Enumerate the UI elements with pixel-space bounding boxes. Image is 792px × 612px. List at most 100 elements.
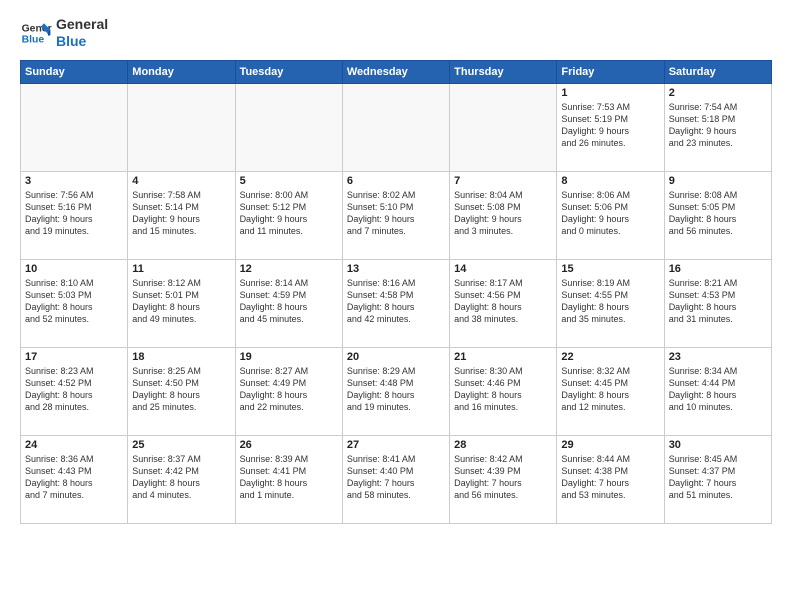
calendar-cell: 6 Sunrise: 8:02 AM Sunset: 5:10 PM Daylig…: [342, 171, 449, 259]
day-info: Sunrise: 8:21 AM Sunset: 4:53 PM Dayligh…: [669, 277, 767, 326]
calendar-cell: 10Sunrise: 8:10 AM Sunset: 5:03 PM Dayli…: [21, 259, 128, 347]
day-number: 10: [25, 263, 123, 275]
day-info: Sunrise: 7:54 AM Sunset: 5:18 PM Dayligh…: [669, 101, 767, 150]
day-number: 24: [25, 439, 123, 451]
calendar-cell: 11 Sunrise: 8:12 AM Sunset: 5:01 PM Dayli…: [128, 259, 235, 347]
svg-text:Blue: Blue: [22, 34, 45, 45]
calendar-cell: 2 Sunrise: 7:54 AM Sunset: 5:18 PM Daylig…: [664, 83, 771, 171]
weekday-saturday: Saturday: [664, 60, 771, 83]
calendar-cell: 24Sunrise: 8:36 AM Sunset: 4:43 PM Dayli…: [21, 435, 128, 523]
day-number: 13: [347, 263, 445, 275]
day-number: 21: [454, 351, 552, 363]
calendar-cell: 9Sunrise: 8:08 AM Sunset: 5:05 PM Daylig…: [664, 171, 771, 259]
header: General Blue General Blue: [20, 16, 772, 50]
day-info: Sunrise: 8:06 AM Sunset: 5:06 PM Dayligh…: [561, 189, 659, 238]
day-info: Sunrise: 8:12 AM Sunset: 5:01 PM Dayligh…: [132, 277, 230, 326]
calendar-cell: 8 Sunrise: 8:06 AM Sunset: 5:06 PM Daylig…: [557, 171, 664, 259]
week-row-0: 1 Sunrise: 7:53 AM Sunset: 5:19 PM Daylig…: [21, 83, 772, 171]
weekday-tuesday: Tuesday: [235, 60, 342, 83]
weekday-wednesday: Wednesday: [342, 60, 449, 83]
day-info: Sunrise: 8:39 AM Sunset: 4:41 PM Dayligh…: [240, 453, 338, 502]
weekday-header-row: SundayMondayTuesdayWednesdayThursdayFrid…: [21, 60, 772, 83]
calendar-cell: 14 Sunrise: 8:17 AM Sunset: 4:56 PM Dayli…: [450, 259, 557, 347]
day-info: Sunrise: 8:37 AM Sunset: 4:42 PM Dayligh…: [132, 453, 230, 502]
calendar-cell: 18Sunrise: 8:25 AM Sunset: 4:50 PM Dayli…: [128, 347, 235, 435]
day-info: Sunrise: 8:32 AM Sunset: 4:45 PM Dayligh…: [561, 365, 659, 414]
day-info: Sunrise: 7:56 AM Sunset: 5:16 PM Dayligh…: [25, 189, 123, 238]
day-number: 11: [132, 263, 230, 275]
calendar-cell: 29 Sunrise: 8:44 AM Sunset: 4:38 PM Dayli…: [557, 435, 664, 523]
day-number: 26: [240, 439, 338, 451]
logo-icon: General Blue: [20, 17, 52, 49]
calendar-cell: 21 Sunrise: 8:30 AM Sunset: 4:46 PM Dayli…: [450, 347, 557, 435]
calendar-cell: 28Sunrise: 8:42 AM Sunset: 4:39 PM Dayli…: [450, 435, 557, 523]
day-info: Sunrise: 8:00 AM Sunset: 5:12 PM Dayligh…: [240, 189, 338, 238]
day-info: Sunrise: 8:17 AM Sunset: 4:56 PM Dayligh…: [454, 277, 552, 326]
day-info: Sunrise: 8:19 AM Sunset: 4:55 PM Dayligh…: [561, 277, 659, 326]
day-number: 12: [240, 263, 338, 275]
calendar-cell: 7 Sunrise: 8:04 AM Sunset: 5:08 PM Daylig…: [450, 171, 557, 259]
day-number: 18: [132, 351, 230, 363]
calendar-cell: 13 Sunrise: 8:16 AM Sunset: 4:58 PM Dayli…: [342, 259, 449, 347]
calendar-cell: 23Sunrise: 8:34 AM Sunset: 4:44 PM Dayli…: [664, 347, 771, 435]
day-number: 30: [669, 439, 767, 451]
day-number: 29: [561, 439, 659, 451]
day-number: 1: [561, 87, 659, 99]
day-number: 17: [25, 351, 123, 363]
day-number: 7: [454, 175, 552, 187]
day-number: 3: [25, 175, 123, 187]
day-number: 14: [454, 263, 552, 275]
logo-blue: Blue: [56, 33, 108, 50]
day-number: 22: [561, 351, 659, 363]
day-info: Sunrise: 8:02 AM Sunset: 5:10 PM Dayligh…: [347, 189, 445, 238]
logo-general: General: [56, 16, 108, 33]
day-number: 25: [132, 439, 230, 451]
day-info: Sunrise: 7:53 AM Sunset: 5:19 PM Dayligh…: [561, 101, 659, 150]
calendar-cell: 15 Sunrise: 8:19 AM Sunset: 4:55 PM Dayli…: [557, 259, 664, 347]
weekday-friday: Friday: [557, 60, 664, 83]
day-info: Sunrise: 8:30 AM Sunset: 4:46 PM Dayligh…: [454, 365, 552, 414]
week-row-3: 17 Sunrise: 8:23 AM Sunset: 4:52 PM Dayli…: [21, 347, 772, 435]
day-info: Sunrise: 8:23 AM Sunset: 4:52 PM Dayligh…: [25, 365, 123, 414]
calendar-cell: 20Sunrise: 8:29 AM Sunset: 4:48 PM Dayli…: [342, 347, 449, 435]
calendar-cell: 30 Sunrise: 8:45 AM Sunset: 4:37 PM Dayli…: [664, 435, 771, 523]
day-number: 19: [240, 351, 338, 363]
day-number: 15: [561, 263, 659, 275]
calendar-cell: 17 Sunrise: 8:23 AM Sunset: 4:52 PM Dayli…: [21, 347, 128, 435]
day-info: Sunrise: 8:16 AM Sunset: 4:58 PM Dayligh…: [347, 277, 445, 326]
day-number: 4: [132, 175, 230, 187]
day-number: 16: [669, 263, 767, 275]
week-row-1: 3 Sunrise: 7:56 AM Sunset: 5:16 PM Daylig…: [21, 171, 772, 259]
calendar-cell: 16 Sunrise: 8:21 AM Sunset: 4:53 PM Dayli…: [664, 259, 771, 347]
day-info: Sunrise: 8:44 AM Sunset: 4:38 PM Dayligh…: [561, 453, 659, 502]
calendar-cell: [450, 83, 557, 171]
day-number: 2: [669, 87, 767, 99]
calendar-cell: 12Sunrise: 8:14 AM Sunset: 4:59 PM Dayli…: [235, 259, 342, 347]
calendar-cell: [342, 83, 449, 171]
calendar-cell: 1 Sunrise: 7:53 AM Sunset: 5:19 PM Daylig…: [557, 83, 664, 171]
calendar-cell: 25 Sunrise: 8:37 AM Sunset: 4:42 PM Dayli…: [128, 435, 235, 523]
logo: General Blue General Blue: [20, 16, 108, 50]
day-number: 27: [347, 439, 445, 451]
day-info: Sunrise: 8:34 AM Sunset: 4:44 PM Dayligh…: [669, 365, 767, 414]
calendar-cell: [235, 83, 342, 171]
day-number: 6: [347, 175, 445, 187]
page: General Blue General Blue SundayMondayTu…: [0, 0, 792, 612]
calendar-cell: [21, 83, 128, 171]
calendar-cell: 19Sunrise: 8:27 AM Sunset: 4:49 PM Dayli…: [235, 347, 342, 435]
day-info: Sunrise: 8:41 AM Sunset: 4:40 PM Dayligh…: [347, 453, 445, 502]
calendar-cell: [128, 83, 235, 171]
day-info: Sunrise: 7:58 AM Sunset: 5:14 PM Dayligh…: [132, 189, 230, 238]
day-info: Sunrise: 8:45 AM Sunset: 4:37 PM Dayligh…: [669, 453, 767, 502]
day-info: Sunrise: 8:04 AM Sunset: 5:08 PM Dayligh…: [454, 189, 552, 238]
weekday-sunday: Sunday: [21, 60, 128, 83]
calendar-table: SundayMondayTuesdayWednesdayThursdayFrid…: [20, 60, 772, 524]
day-number: 8: [561, 175, 659, 187]
day-info: Sunrise: 8:42 AM Sunset: 4:39 PM Dayligh…: [454, 453, 552, 502]
weekday-thursday: Thursday: [450, 60, 557, 83]
calendar-cell: 22 Sunrise: 8:32 AM Sunset: 4:45 PM Dayli…: [557, 347, 664, 435]
calendar-cell: 3 Sunrise: 7:56 AM Sunset: 5:16 PM Daylig…: [21, 171, 128, 259]
calendar-cell: 26 Sunrise: 8:39 AM Sunset: 4:41 PM Dayli…: [235, 435, 342, 523]
day-number: 20: [347, 351, 445, 363]
weekday-monday: Monday: [128, 60, 235, 83]
